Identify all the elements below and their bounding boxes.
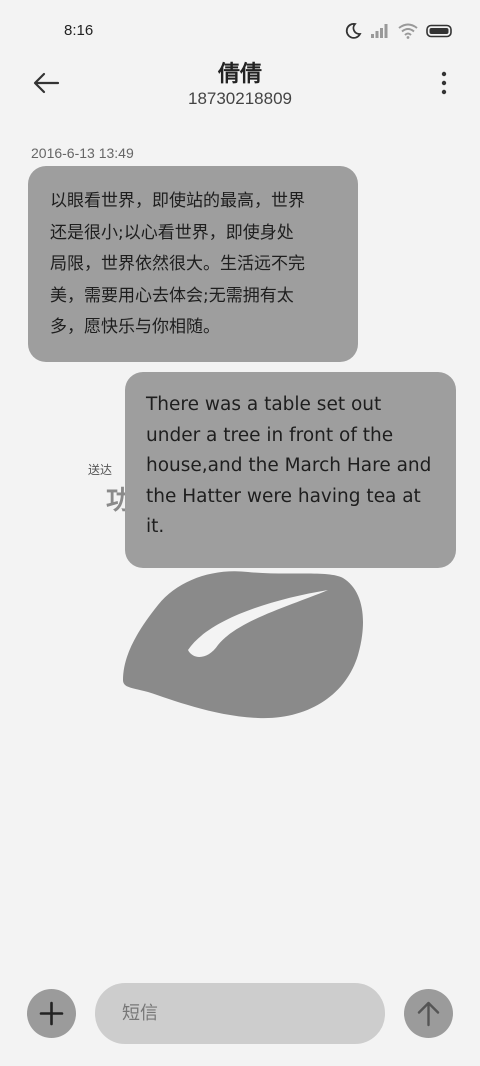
incoming-message-line: 以眼看世界，即使站的最高，世界 — [50, 191, 305, 211]
signal-icon — [370, 23, 390, 39]
plus-icon — [27, 989, 76, 1038]
outgoing-message-line: house,and the March Hare and — [146, 455, 432, 476]
more-options-button[interactable] — [438, 70, 450, 96]
outgoing-message-line: it. — [146, 516, 165, 537]
message-composer: 短信 — [0, 980, 480, 1050]
contact-name: 倩倩 — [217, 62, 262, 87]
delivery-status-small: 送达 — [88, 463, 113, 477]
incoming-message-line: 美，需要用心去体会;无需拥有太 — [50, 285, 294, 306]
incoming-message-bubble[interactable]: 以眼看世界，即使站的最高，世界 还是很小;以心看世界，即使身处 局限，世界依然很… — [28, 166, 358, 362]
moon-icon — [344, 22, 362, 40]
send-button[interactable] — [404, 989, 453, 1038]
sms-input[interactable]: 短信 — [95, 983, 385, 1044]
more-vertical-icon — [438, 70, 450, 96]
status-time: 8:16 — [64, 22, 94, 39]
outgoing-message-line: the Hatter were having tea at — [146, 485, 421, 507]
incoming-message-line: 还是很小;以心看世界，即使身处 — [50, 222, 294, 243]
incoming-message-line: 多，愿快乐与你相随。 — [50, 317, 220, 337]
message-timestamp: 2016-6-13 13:49 — [31, 145, 134, 161]
battery-icon — [426, 24, 454, 38]
arrow-up-icon — [404, 989, 453, 1038]
wifi-icon — [398, 23, 418, 39]
add-attachment-button[interactable] — [27, 989, 76, 1038]
contact-number: 18730218809 — [187, 89, 292, 108]
sticker-image[interactable] — [118, 560, 368, 730]
outgoing-message-line: under a tree in front of the — [146, 424, 394, 446]
delivery-status: 送达 功 — [88, 458, 132, 518]
outgoing-message-line: There was a table set out — [146, 394, 382, 415]
outgoing-message-bubble[interactable]: There was a table set out under a tree i… — [125, 372, 456, 568]
conversation-header: 倩倩 18730218809 — [0, 52, 480, 116]
incoming-message-line: 局限，世界依然很大。生活远不完 — [50, 254, 305, 274]
status-icons — [344, 20, 454, 42]
